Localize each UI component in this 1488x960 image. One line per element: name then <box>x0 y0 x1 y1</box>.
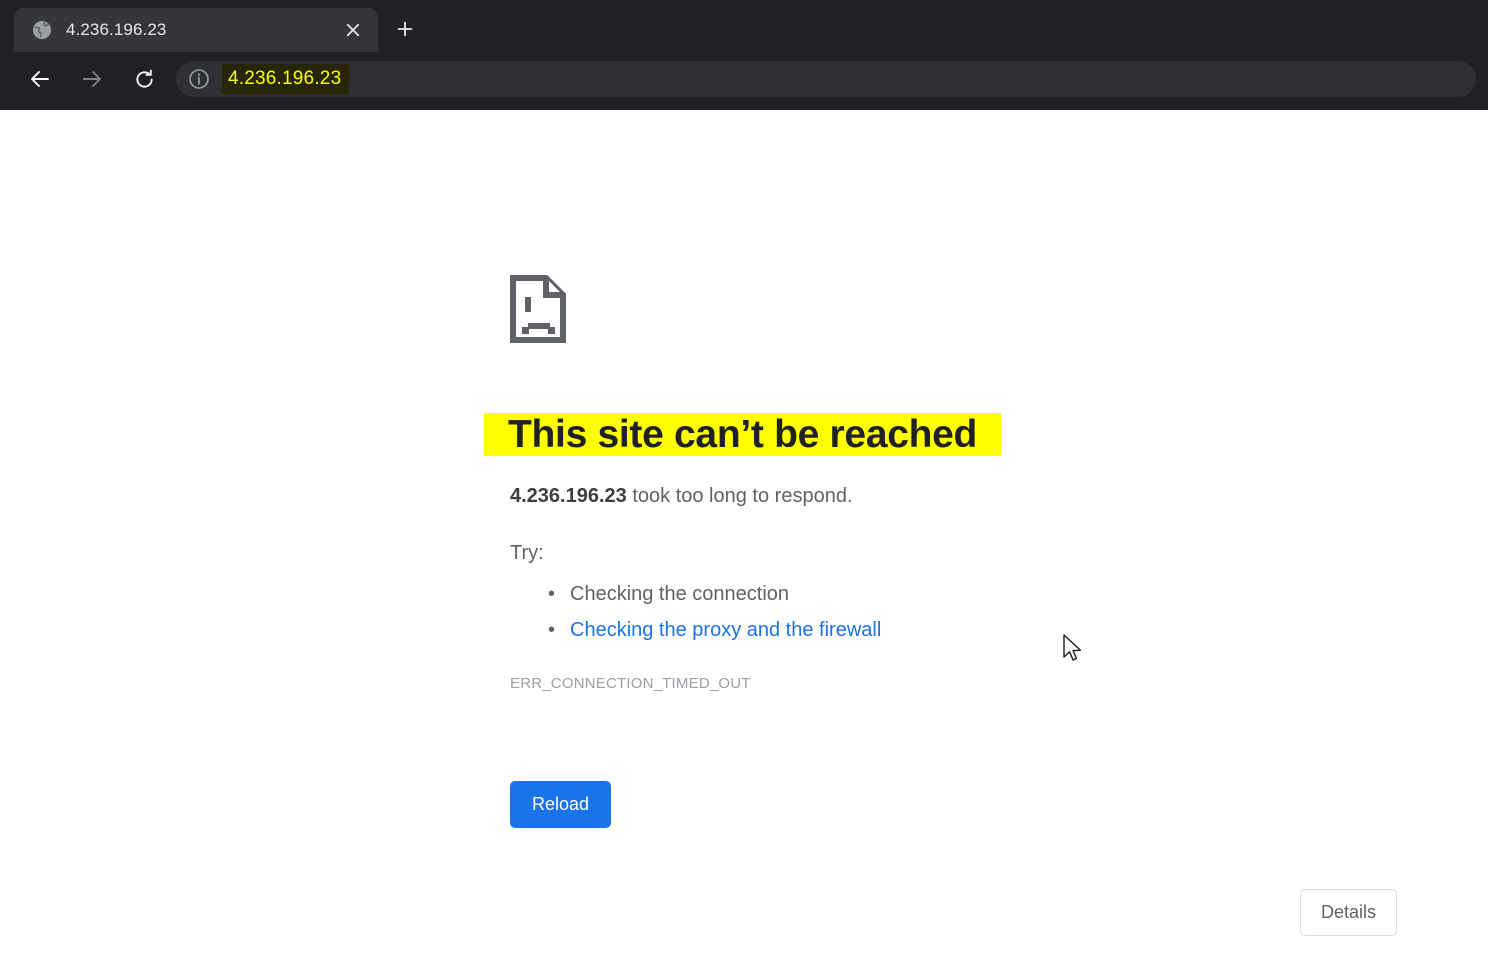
suggestion-list: Checking the connection Checking the pro… <box>510 576 881 648</box>
arrow-left-icon <box>28 67 52 91</box>
back-button[interactable] <box>20 59 60 99</box>
suggestion-check-proxy-firewall-link[interactable]: Checking the proxy and the firewall <box>570 619 881 641</box>
list-item: Checking the proxy and the firewall <box>548 612 881 648</box>
error-summary: 4.236.196.23 took too long to respond. <box>510 481 853 511</box>
address-bar-url[interactable]: 4.236.196.23 <box>222 64 350 94</box>
suggestion-check-connection: Checking the connection <box>570 583 790 605</box>
browser-chrome: 4.236.196.23 4.236.196.23 <box>0 0 1488 110</box>
details-button[interactable]: Details <box>1300 889 1398 936</box>
new-tab-button[interactable] <box>388 12 422 46</box>
error-summary-host: 4.236.196.23 <box>510 485 627 507</box>
try-label: Try: <box>510 542 544 564</box>
sad-page-icon <box>510 275 566 343</box>
reload-button[interactable]: Reload <box>510 781 612 828</box>
close-icon[interactable] <box>338 15 368 45</box>
arrow-right-icon <box>80 67 104 91</box>
tab-title: 4.236.196.23 <box>66 20 167 39</box>
page-title-text: This site can’t be reached <box>484 413 1002 456</box>
address-bar[interactable]: 4.236.196.23 <box>176 61 1476 97</box>
forward-button[interactable] <box>72 59 112 99</box>
info-circle-icon[interactable] <box>188 68 210 90</box>
browser-toolbar: 4.236.196.23 <box>0 52 1488 106</box>
tab-strip: 4.236.196.23 <box>0 0 1488 52</box>
plus-icon <box>397 21 413 37</box>
globe-icon <box>32 20 52 40</box>
reload-icon <box>133 68 156 91</box>
page-title: This site can’t be reached <box>484 407 1002 464</box>
error-code: ERR_CONNECTION_TIMED_OUT <box>510 675 751 692</box>
list-item: Checking the connection <box>548 576 881 612</box>
browser-tab[interactable]: 4.236.196.23 <box>14 8 378 52</box>
reload-button-toolbar[interactable] <box>124 59 164 99</box>
error-content: This site can’t be reached 4.236.196.23 … <box>484 110 1410 828</box>
error-page: This site can’t be reached 4.236.196.23 … <box>0 110 1488 960</box>
error-summary-rest: took too long to respond. <box>626 485 853 507</box>
